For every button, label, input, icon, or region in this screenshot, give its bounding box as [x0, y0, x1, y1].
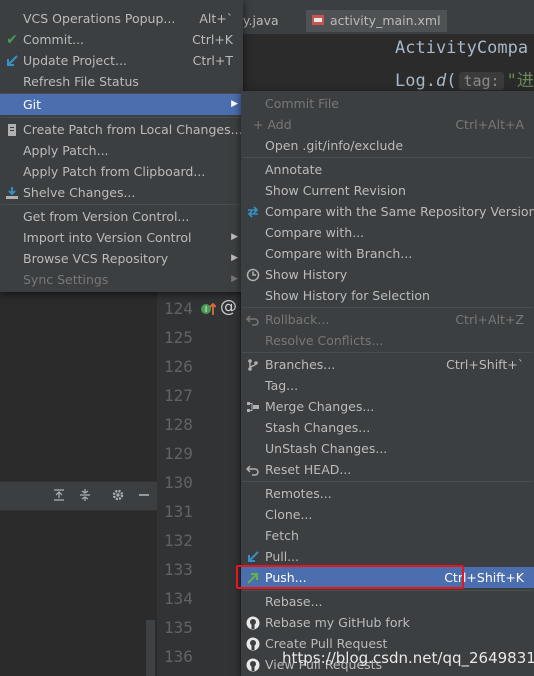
line-number: 136 [164, 647, 193, 666]
check-icon: ✔ [6, 32, 18, 48]
minimize-icon[interactable] [137, 488, 151, 502]
menu-item-pull[interactable]: Pull... [241, 546, 534, 567]
line-number: 131 [164, 502, 193, 521]
tab-activity-main-xml[interactable]: activity_main.xml [306, 10, 447, 32]
expand-all-icon[interactable] [52, 488, 66, 502]
github-icon [246, 616, 260, 630]
menu-item-show-history[interactable]: Show History [241, 264, 534, 285]
menu-item-rebase[interactable]: Rebase... [241, 591, 534, 612]
menu-separator [242, 481, 533, 482]
xml-file-icon [312, 15, 324, 25]
push-highlight-box [236, 565, 464, 589]
submenu-arrow-icon: ▶ [231, 274, 238, 284]
menu-item-import-into-vcs[interactable]: Import into Version Control ▶ [0, 227, 243, 248]
menu-item-git[interactable]: Git ▶ [0, 94, 243, 115]
menu-item-annotate[interactable]: Annotate [241, 159, 534, 180]
tab-label: activity_main.xml [330, 13, 441, 28]
menu-item-commit-file: Commit File [265, 96, 339, 111]
vcs-menu: VCS Operations Popup... Alt+` ✔ Commit... C… [0, 0, 243, 292]
menu-item-apply-patch[interactable]: Apply Patch... [0, 140, 243, 161]
github-icon [246, 658, 260, 672]
merge-icon [247, 402, 259, 412]
menu-separator [242, 307, 533, 308]
menu-item-add: + Add Ctrl+Alt+A [253, 117, 524, 132]
svg-text:I: I [205, 305, 207, 314]
github-icon [246, 637, 260, 651]
line-number: 127 [164, 386, 193, 405]
tool-window-toolbar [0, 481, 157, 511]
patch-icon [8, 124, 16, 136]
menu-separator [1, 117, 242, 118]
menu-item-show-history-selection[interactable]: Show History for Selection [241, 285, 534, 306]
submenu-arrow-icon: ▶ [231, 99, 238, 109]
menu-item-branches[interactable]: Branches... Ctrl+Shift+` [241, 354, 534, 375]
vcs-change-marker-icon[interactable]: I [200, 301, 216, 317]
reset-icon [246, 465, 259, 476]
menu-separator [242, 352, 533, 353]
override-icon[interactable]: @ [220, 297, 237, 317]
line-number: 130 [164, 473, 193, 492]
menu-item-open-git-exclude[interactable]: Open .git/info/exclude [241, 135, 534, 156]
submenu-arrow-icon: ▶ [231, 232, 238, 242]
line-number: 125 [164, 328, 193, 347]
menu-item-show-current-revision[interactable]: Show Current Revision [241, 180, 534, 201]
menu-item-reset-head[interactable]: Reset HEAD... [241, 459, 534, 480]
update-arrow-icon [7, 55, 18, 66]
code-line: ActivityCompa [395, 38, 529, 58]
rollback-icon [246, 315, 259, 326]
gear-icon[interactable] [111, 488, 125, 502]
menu-separator [1, 204, 242, 205]
menu-item-rollback: Rollback... Ctrl+Alt+Z [241, 309, 534, 330]
collapse-all-icon[interactable] [78, 488, 92, 502]
branch-icon [248, 359, 258, 371]
line-number: 129 [164, 444, 193, 463]
menu-item-vcs-operations-popup[interactable]: VCS Operations Popup... Alt+` [0, 8, 243, 29]
watermark-text: https://blog.csdn.net/qq_26498311 [282, 649, 534, 667]
menu-item-shelve-changes[interactable]: Shelve Changes... [0, 182, 243, 203]
menu-item-sync-settings: Sync Settings ▶ [0, 269, 243, 290]
menu-item-compare-same-repo[interactable]: Compare with the Same Repository Version [241, 201, 534, 222]
menu-item-commit[interactable]: ✔ Commit... Ctrl+K [0, 29, 243, 50]
editor-tab-bar: ty.java activity_main.xml [232, 0, 534, 35]
menu-item-merge-changes[interactable]: Merge Changes... [241, 396, 534, 417]
scrollbar[interactable] [146, 620, 155, 676]
tab-label: ty.java [238, 13, 279, 28]
menu-separator [242, 157, 533, 158]
line-number: 135 [164, 618, 193, 637]
menu-item-refresh-file-status[interactable]: Refresh File Status [0, 71, 243, 92]
menu-item-compare-with-branch[interactable]: Compare with Branch... [241, 243, 534, 264]
line-number: 126 [164, 357, 193, 376]
line-number: 134 [164, 589, 193, 608]
compare-arrows-icon [247, 206, 259, 218]
clock-icon [246, 268, 260, 282]
menu-item-browse-vcs-repository[interactable]: Browse VCS Repository ▶ [0, 248, 243, 269]
pull-arrow-icon [248, 551, 259, 562]
menu-item-clone[interactable]: Clone... [241, 504, 534, 525]
menu-item-compare-with[interactable]: Compare with... [241, 222, 534, 243]
menu-item-remotes[interactable]: Remotes... [241, 483, 534, 504]
menu-item-resolve-conflicts: Resolve Conflicts... [265, 333, 384, 348]
line-number: 133 [164, 560, 193, 579]
code-line: Log.d(tag: "进 [395, 71, 534, 91]
menu-item-stash-changes[interactable]: Stash Changes... [241, 417, 534, 438]
line-number: 132 [164, 531, 193, 550]
line-number: 128 [164, 415, 193, 434]
line-number: 124 [164, 299, 193, 318]
menu-item-unstash-changes[interactable]: UnStash Changes... [241, 438, 534, 459]
menu-item-get-from-vcs[interactable]: Get from Version Control... [0, 206, 243, 227]
menu-item-apply-patch-clipboard[interactable]: Apply Patch from Clipboard... [0, 161, 243, 182]
parameter-hint: tag: [459, 72, 504, 90]
shelve-icon [6, 187, 18, 199]
menu-item-rebase-github-fork[interactable]: Rebase my GitHub fork [241, 612, 534, 633]
menu-item-tag[interactable]: Tag... [241, 375, 534, 396]
menu-item-fetch[interactable]: Fetch [241, 525, 534, 546]
submenu-arrow-icon: ▶ [231, 253, 238, 263]
menu-item-update-project[interactable]: Update Project... Ctrl+T [0, 50, 243, 71]
menu-item-create-patch[interactable]: Create Patch from Local Changes... [0, 119, 243, 140]
